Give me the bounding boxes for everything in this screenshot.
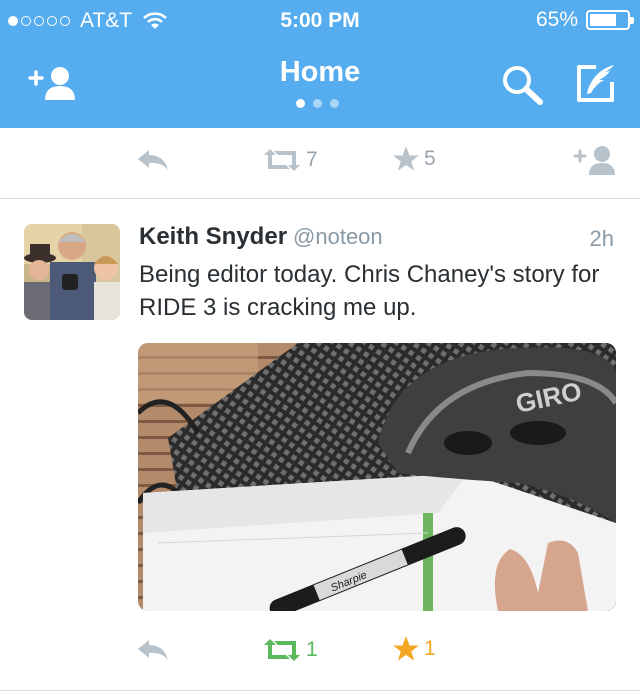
tweet-timestamp: 2h xyxy=(589,226,614,251)
battery-icon xyxy=(586,10,634,30)
status-bar: AT&T 5:00 PM 65% xyxy=(0,0,640,40)
battery-percent: 65% xyxy=(535,8,578,31)
tweet-text: Being editor today. Chris Chaney's story… xyxy=(139,261,600,321)
favorite-count: 5 xyxy=(424,147,436,170)
star-icon xyxy=(393,146,419,171)
page-indicator xyxy=(296,99,339,108)
reply-icon[interactable] xyxy=(136,148,170,174)
compose-icon[interactable] xyxy=(574,62,618,104)
author-handle[interactable]: @noteon xyxy=(293,224,383,249)
follow-user-icon[interactable] xyxy=(572,144,618,176)
favorite-count: 1 xyxy=(424,637,436,660)
retweet-count: 1 xyxy=(306,638,318,661)
avatar[interactable] xyxy=(24,224,120,320)
favorite-action[interactable]: 1 xyxy=(392,635,436,663)
tweet-divider xyxy=(0,690,640,691)
author-name[interactable]: Keith Snyder xyxy=(139,223,287,250)
retweet-action[interactable]: 1 xyxy=(262,637,318,663)
nav-header: AT&T 5:00 PM 65% Home xyxy=(0,0,640,128)
favorite-action[interactable]: 5 xyxy=(392,145,436,173)
retweet-icon xyxy=(264,149,300,171)
star-icon xyxy=(393,636,419,661)
retweet-icon xyxy=(264,639,300,661)
tweet-photo[interactable]: GIRO Sharpie xyxy=(138,343,616,611)
tweet-divider xyxy=(0,198,640,199)
search-icon[interactable] xyxy=(500,63,546,105)
retweet-action[interactable]: 7 xyxy=(262,147,318,173)
author-line[interactable]: Keith Snyder @noteon xyxy=(139,223,383,251)
reply-icon[interactable] xyxy=(136,638,170,664)
prev-tweet-actions: 7 5 xyxy=(0,128,640,198)
retweet-count: 7 xyxy=(306,148,318,171)
